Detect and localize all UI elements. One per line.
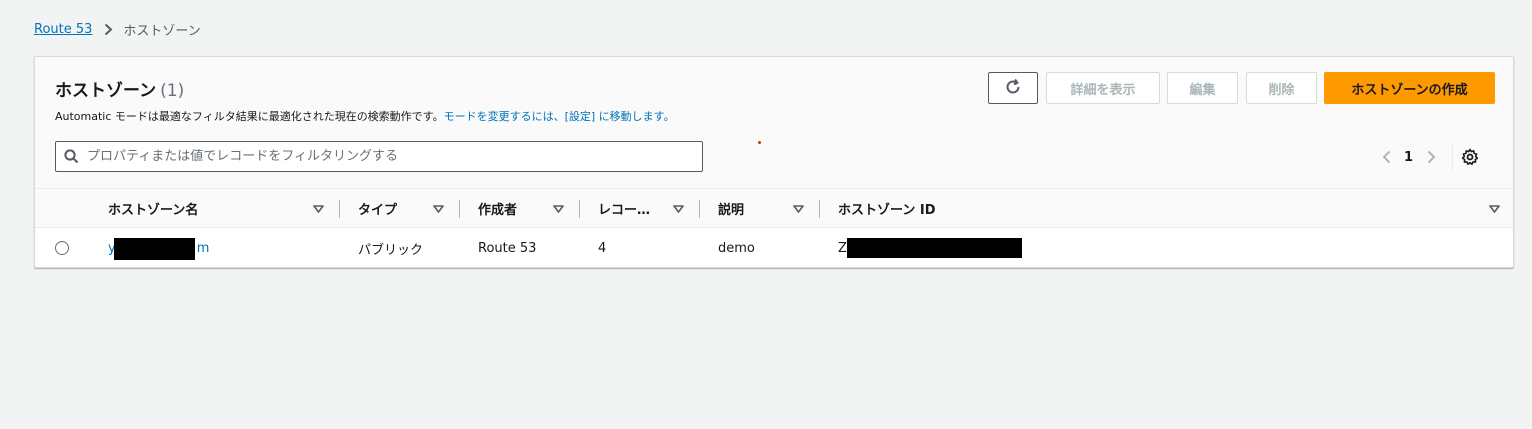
column-label: タイプ [358, 203, 398, 218]
sort-down-icon[interactable] [1489, 204, 1500, 213]
breadcrumb: Route 53 ホストゾーン [34, 20, 201, 39]
sort-down-icon[interactable] [553, 204, 564, 213]
column-label: ホストゾーン名 [108, 203, 199, 218]
column-header-zone-id[interactable]: ホストゾーン ID [838, 189, 1508, 228]
zone-created-by: Route 53 [478, 240, 537, 256]
breadcrumb-route53-link[interactable]: Route 53 [34, 22, 92, 37]
gear-icon[interactable] [1461, 148, 1479, 166]
zone-count: (1) [160, 81, 185, 101]
column-label: レコー… [598, 203, 651, 218]
page-title: ホストゾーン (1) [55, 76, 184, 101]
redacted-zone-name [114, 238, 195, 260]
create-hosted-zone-button[interactable]: ホストゾーンの作成 [1324, 72, 1495, 104]
description-text: Automatic モードは最適なフィルタ結果に最適化された現在の検索動作です。 [55, 110, 444, 123]
decoration-dot [758, 141, 761, 144]
column-header-created-by[interactable]: 作成者 [478, 189, 578, 228]
column-header-description[interactable]: 説明 [718, 189, 818, 228]
zone-type: パブリック [358, 242, 424, 258]
zone-description: demo [718, 240, 755, 256]
column-divider [459, 200, 460, 218]
page-title-text: ホストゾーン [55, 81, 157, 101]
delete-button[interactable]: 削除 [1246, 72, 1317, 104]
sort-down-icon[interactable] [673, 204, 684, 213]
column-divider [579, 200, 580, 218]
search-icon [64, 149, 79, 164]
next-page-icon[interactable] [1420, 150, 1442, 164]
column-label: 説明 [718, 203, 745, 218]
row-select-radio[interactable] [55, 241, 69, 255]
column-divider [339, 200, 340, 218]
previous-page-icon[interactable] [1375, 150, 1397, 164]
change-mode-link[interactable]: モードを変更するには、[設定] に移動します。 [444, 110, 675, 123]
column-label: ホストゾーン ID [838, 203, 936, 218]
column-divider [819, 200, 820, 218]
table-row[interactable]: y m パブリック Route 53 4 demo Z [35, 228, 1513, 268]
current-page-number[interactable]: 1 [1404, 150, 1413, 165]
filter-search-box[interactable] [55, 141, 703, 172]
panel-header: ホストゾーン (1) Automatic モードは最適なフィルタ結果に最適化された… [35, 57, 1513, 189]
zone-name-end: m [196, 240, 210, 256]
search-input[interactable] [87, 149, 687, 164]
chevron-right-icon [104, 23, 113, 36]
column-label: 作成者 [478, 203, 518, 218]
refresh-button[interactable] [988, 72, 1038, 104]
hosted-zones-panel: ホストゾーン (1) Automatic モードは最適なフィルタ結果に最適化された… [34, 56, 1514, 268]
sort-down-icon[interactable] [433, 204, 444, 213]
column-header-record-count[interactable]: レコー… [598, 189, 698, 228]
column-header-name[interactable]: ホストゾーン名 [108, 189, 328, 228]
breadcrumb-current: ホストゾーン [123, 24, 201, 39]
zone-id: Z [838, 240, 847, 256]
zone-record-count: 4 [598, 240, 607, 256]
pagination: 1 [1375, 143, 1479, 171]
table-header: ホストゾーン名 タイプ 作成者 レコー… 説明 ホストゾーン ID [35, 189, 1513, 228]
view-details-button[interactable]: 詳細を表示 [1046, 72, 1160, 104]
refresh-icon [1004, 78, 1022, 99]
redacted-zone-id [847, 238, 1022, 258]
column-header-type[interactable]: タイプ [358, 189, 458, 228]
edit-button[interactable]: 編集 [1167, 72, 1238, 104]
search-mode-description: Automatic モードは最適なフィルタ結果に最適化された現在の検索動作です。… [55, 108, 675, 124]
pager-divider [1452, 143, 1454, 171]
sort-down-icon[interactable] [313, 204, 324, 213]
sort-down-icon[interactable] [793, 204, 804, 213]
column-divider [699, 200, 700, 218]
